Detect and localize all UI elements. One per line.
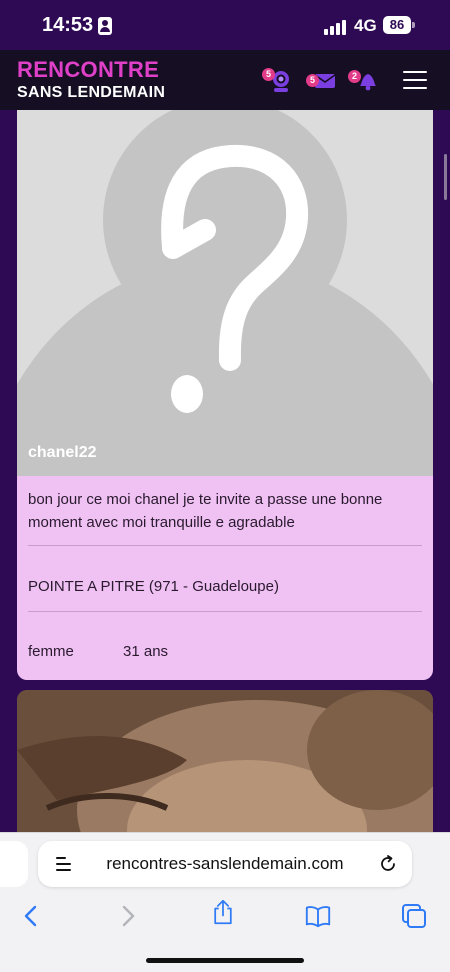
unknown-user-silhouette-icon <box>17 110 433 476</box>
profile-card[interactable]: chanel22 bon jour ce moi chanel je te in… <box>17 110 433 680</box>
site-header: RENCONTRE SANS LENDEMAIN 5 5 2 <box>0 50 450 110</box>
next-profile-card[interactable] <box>17 690 433 832</box>
status-time: 14:53 <box>42 14 94 36</box>
address-bar[interactable]: rencontres-sanslendemain.com <box>38 841 412 887</box>
profile-location: POINTE A PITRE (971 - Guadeloupe) <box>28 578 279 595</box>
messages-badge: 5 <box>306 74 319 87</box>
webcam-button[interactable]: 5 <box>262 68 292 94</box>
chevron-right-icon[interactable] <box>114 903 142 929</box>
hamburger-menu-icon[interactable] <box>403 71 427 89</box>
chevron-left-icon[interactable] <box>17 903 45 929</box>
previous-tab-preview[interactable] <box>0 841 28 887</box>
reload-icon[interactable] <box>378 854 398 874</box>
divider <box>28 545 422 546</box>
notifications-button[interactable]: 2 <box>348 68 378 94</box>
status-bar: 14:53 4G 86 <box>0 0 450 50</box>
notifications-badge: 2 <box>348 70 361 83</box>
url-text[interactable]: rencontres-sanslendemain.com <box>38 841 412 887</box>
browser-bottom-bar: rencontres-sanslendemain.com <box>0 832 450 972</box>
tabs-icon[interactable] <box>400 903 428 929</box>
profile-username: chanel22 <box>28 444 97 461</box>
profile-age: 31 ans <box>123 643 169 660</box>
messages-button[interactable]: 5 <box>306 68 336 94</box>
battery-icon: 86 <box>383 16 411 34</box>
logo-title: RENCONTRE <box>17 57 160 82</box>
cellular-signal-icon <box>324 19 348 35</box>
battery-tip <box>412 22 415 28</box>
contact-card-icon <box>98 17 112 35</box>
share-icon[interactable] <box>209 899 237 925</box>
profile-photo-placeholder: chanel22 <box>17 110 433 476</box>
profile-description: bon jour ce moi chanel je te invite a pa… <box>28 491 383 531</box>
main-content: chanel22 bon jour ce moi chanel je te in… <box>0 110 450 832</box>
scroll-indicator <box>444 154 447 200</box>
home-indicator <box>146 958 304 963</box>
divider <box>28 611 422 612</box>
network-type: 4G <box>354 16 377 35</box>
next-profile-photo <box>17 690 433 832</box>
logo-subtitle: SANS LENDEMAIN <box>17 84 166 101</box>
profile-gender: femme <box>28 643 74 660</box>
webcam-badge: 5 <box>262 68 275 81</box>
book-icon[interactable] <box>304 903 332 929</box>
